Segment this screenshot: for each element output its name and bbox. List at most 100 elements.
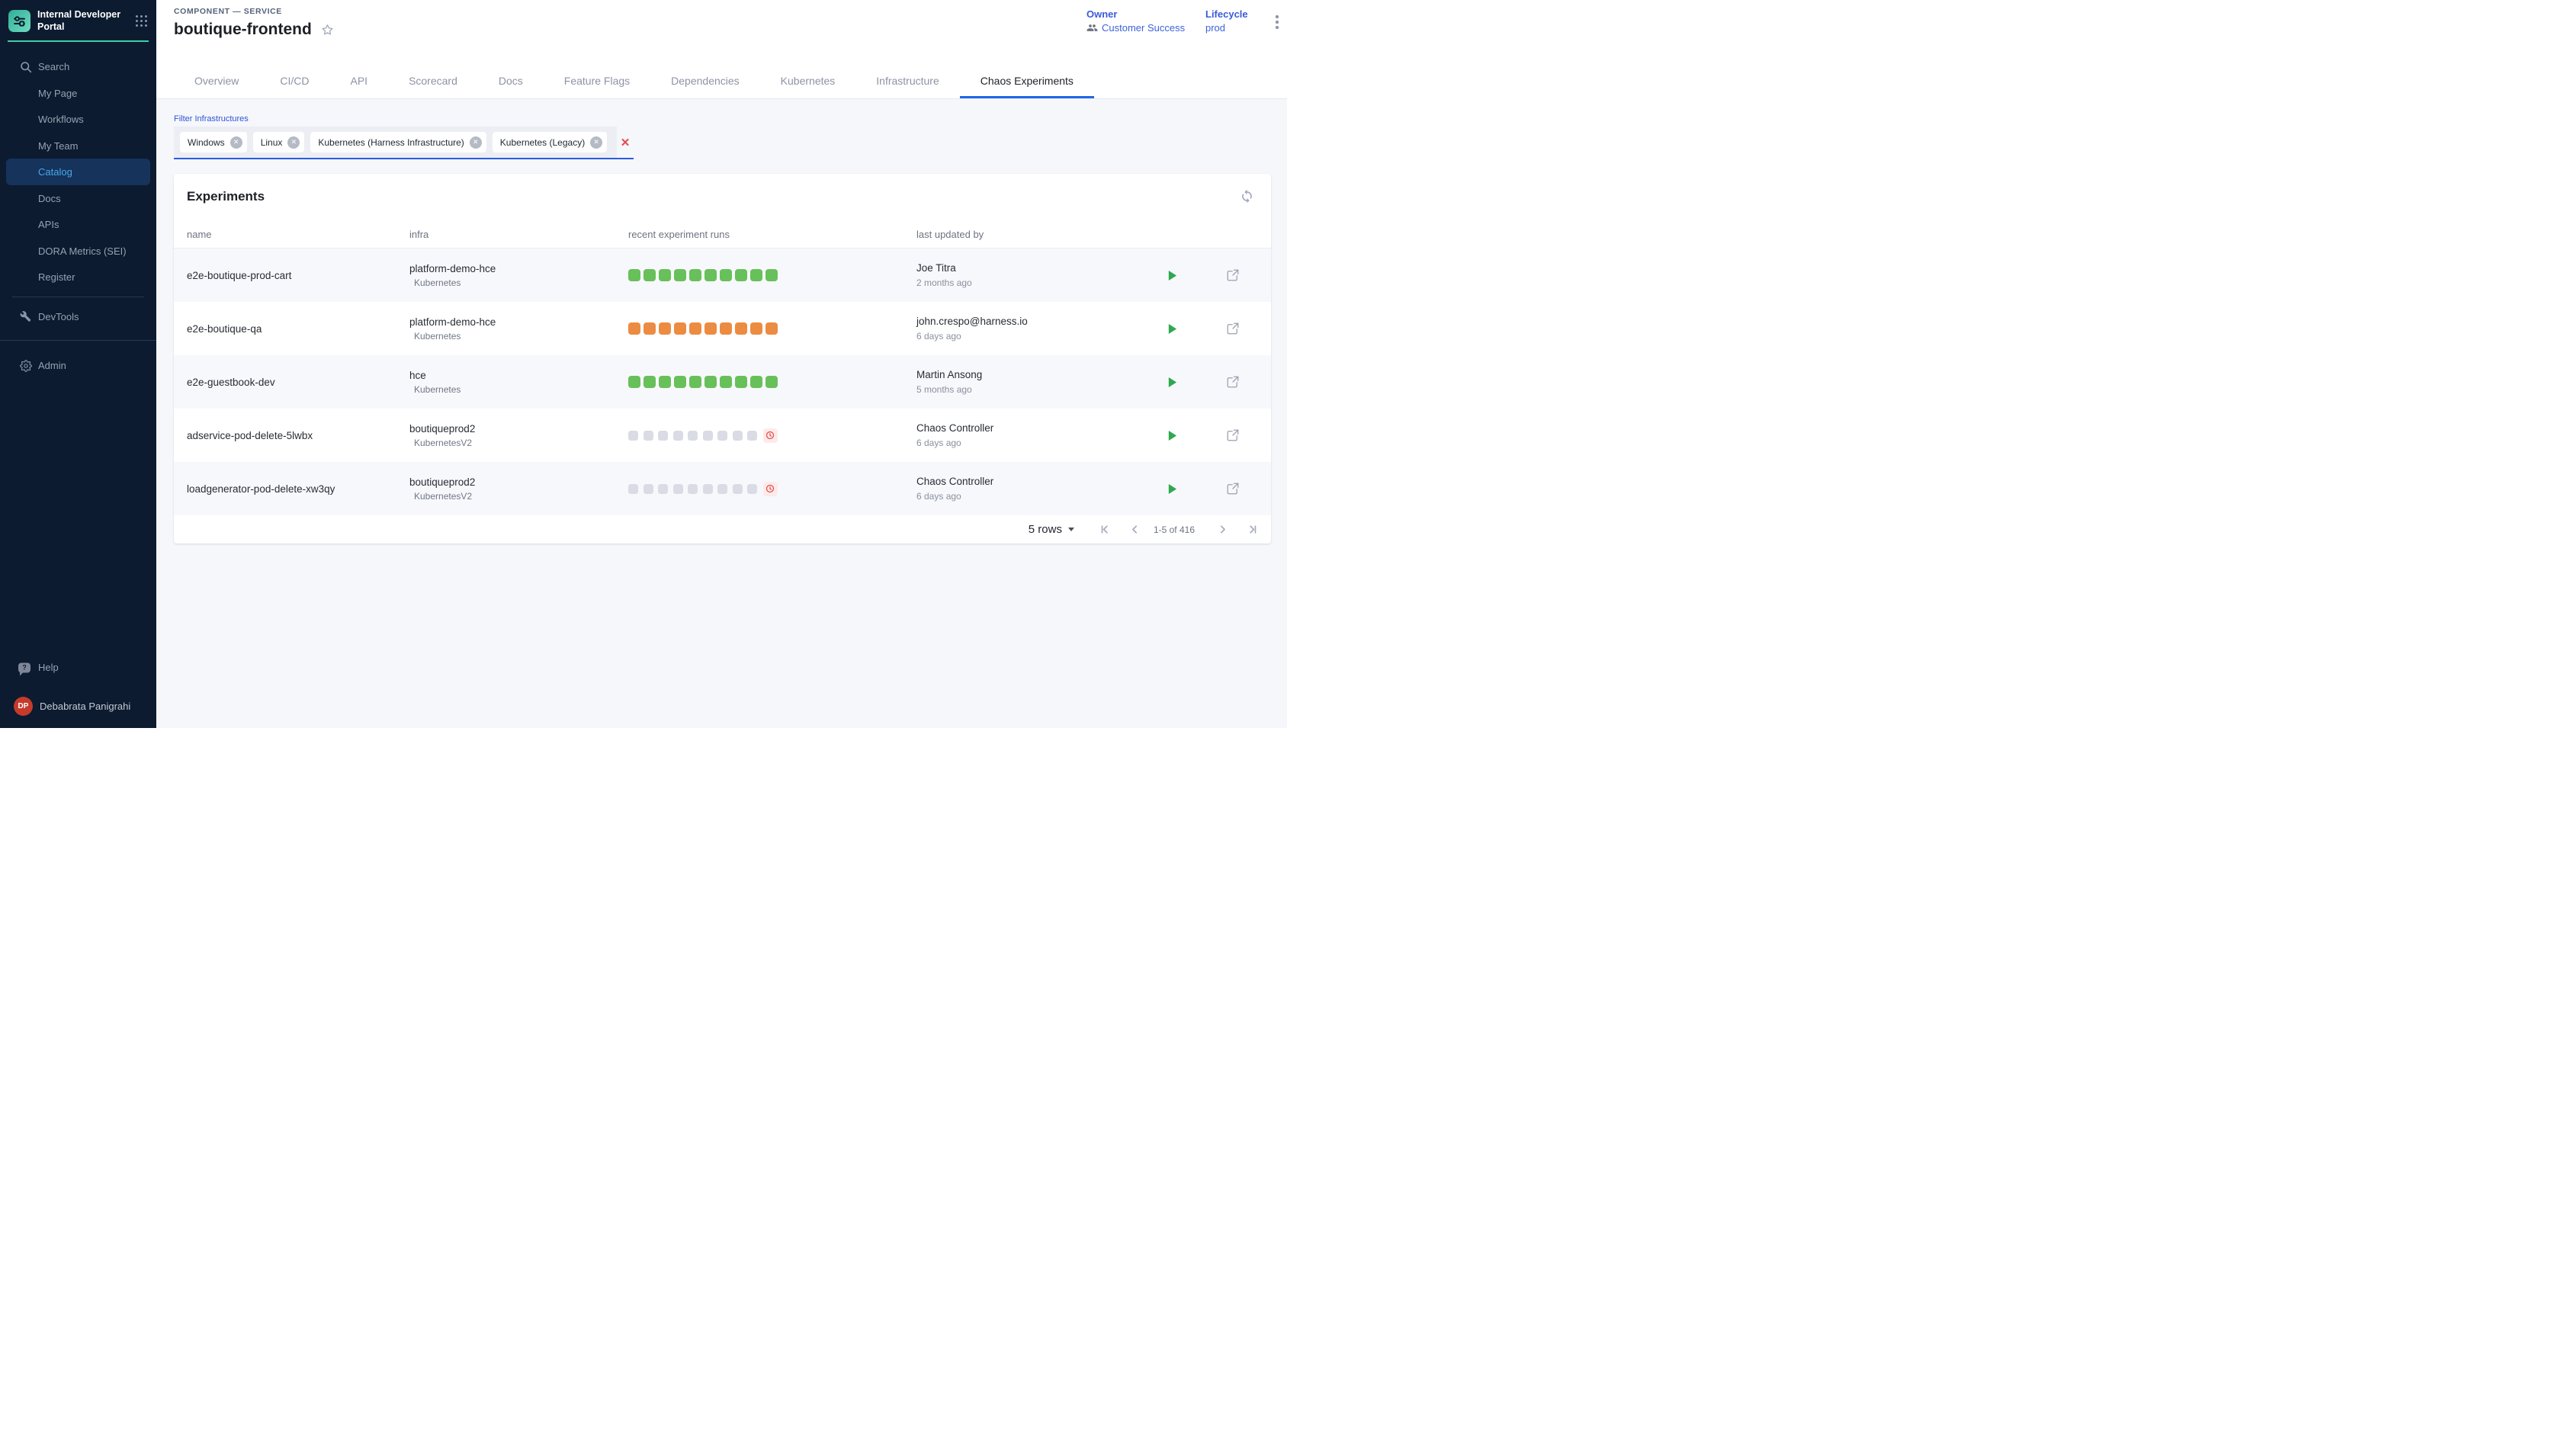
kebab-menu-icon[interactable]: [1273, 12, 1282, 32]
run-square-success[interactable]: [765, 376, 778, 388]
sidebar-item-my-page[interactable]: My Page: [6, 80, 150, 107]
run-square-success[interactable]: [750, 376, 762, 388]
search-icon: [20, 61, 32, 73]
run-square-success[interactable]: [689, 376, 701, 388]
filter-chip-linux[interactable]: Linux ✕: [253, 132, 305, 152]
tab-api[interactable]: API: [329, 65, 388, 98]
run-square-failed[interactable]: [735, 322, 747, 335]
tab-chaos-experiments[interactable]: Chaos Experiments: [960, 65, 1094, 98]
run-square-failed[interactable]: [644, 322, 656, 335]
sidebar-item-workflows[interactable]: Workflows: [6, 106, 150, 133]
run-square-success[interactable]: [644, 269, 656, 281]
sidebar-item-register[interactable]: Register: [6, 264, 150, 290]
run-square-success[interactable]: [659, 376, 671, 388]
filter-chip-kubernetes-harness-infrastructure[interactable]: Kubernetes (Harness Infrastructure)✕: [310, 132, 486, 152]
run-square-failed[interactable]: [765, 322, 778, 335]
open-in-new-icon[interactable]: [1226, 428, 1240, 442]
sidebar-item-devtools[interactable]: DevTools: [6, 303, 150, 330]
close-circle-icon[interactable]: ✕: [590, 136, 602, 149]
sidebar-item-label: APIs: [38, 219, 59, 230]
tab-feature-flags[interactable]: Feature Flags: [544, 65, 650, 98]
tab-overview[interactable]: Overview: [174, 65, 259, 98]
sidebar-item-dora-metrics-sei[interactable]: DORA Metrics (SEI): [6, 238, 150, 265]
admin-section: Admin: [0, 340, 156, 379]
last-page-icon[interactable]: [1243, 520, 1262, 539]
tab-scorecard[interactable]: Scorecard: [388, 65, 478, 98]
clear-x-icon[interactable]: ✕: [617, 127, 634, 158]
owner-link[interactable]: Customer Success: [1086, 22, 1185, 34]
sidebar-item-apis[interactable]: APIs: [6, 211, 150, 238]
run-square-success[interactable]: [704, 376, 717, 388]
run-square-success[interactable]: [720, 376, 732, 388]
rows-per-page-select[interactable]: 5 rows: [1029, 523, 1074, 536]
run-square-pending: [644, 484, 653, 494]
run-square-success[interactable]: [735, 376, 747, 388]
portal-logo-icon: [8, 10, 30, 32]
sidebar-item-docs[interactable]: Docs: [6, 185, 150, 212]
infra-name: platform-demo-hce: [409, 316, 628, 328]
user-menu[interactable]: DP Debabrata Panigrahi: [6, 693, 150, 719]
tab-kubernetes[interactable]: Kubernetes: [760, 65, 856, 98]
recent-run-indicators: [628, 482, 916, 496]
open-in-new-icon[interactable]: [1226, 322, 1240, 335]
next-page-icon[interactable]: [1213, 520, 1232, 539]
run-square-success[interactable]: [628, 376, 640, 388]
last-updated-by: Chaos Controller6 days ago: [916, 422, 1159, 448]
run-experiment-play-icon[interactable]: [1167, 323, 1177, 335]
chip-label: Kubernetes (Legacy): [500, 137, 585, 148]
run-experiment-play-icon[interactable]: [1167, 377, 1177, 388]
tab-ci-cd[interactable]: CI/CD: [259, 65, 329, 98]
app-switcher-icon[interactable]: [136, 15, 148, 27]
open-in-new-icon[interactable]: [1226, 375, 1240, 389]
run-experiment-play-icon[interactable]: [1167, 483, 1177, 495]
run-square-failed[interactable]: [689, 322, 701, 335]
tab-label: Feature Flags: [564, 75, 630, 87]
run-square-failed[interactable]: [704, 322, 717, 335]
run-square-success[interactable]: [704, 269, 717, 281]
tab-dependencies[interactable]: Dependencies: [650, 65, 760, 98]
tab-docs[interactable]: Docs: [478, 65, 544, 98]
chip-label: Linux: [261, 137, 283, 148]
run-square-success[interactable]: [765, 269, 778, 281]
run-square-pending: [703, 431, 713, 441]
run-square-failed[interactable]: [674, 322, 686, 335]
filter-input[interactable]: Windows✕Linux✕Kubernetes (Harness Infras…: [174, 127, 617, 158]
refresh-icon[interactable]: [1240, 189, 1254, 204]
open-in-new-icon[interactable]: [1226, 482, 1240, 495]
table-row-e2e-boutique-prod-cart: e2e-boutique-prod-cartplatform-demo-hceK…: [174, 249, 1271, 302]
run-square-success[interactable]: [659, 269, 671, 281]
row-actions: [1159, 375, 1271, 389]
run-experiment-play-icon[interactable]: [1167, 270, 1177, 281]
run-square-success[interactable]: [750, 269, 762, 281]
close-circle-icon[interactable]: ✕: [287, 136, 300, 149]
experiment-name: e2e-guestbook-dev: [187, 377, 409, 388]
tab-infrastructure[interactable]: Infrastructure: [855, 65, 959, 98]
sidebar-item-admin[interactable]: Admin: [6, 352, 150, 379]
run-square-success[interactable]: [674, 269, 686, 281]
run-square-failed[interactable]: [628, 322, 640, 335]
sidebar-item-help[interactable]: ? Help: [6, 655, 150, 681]
prev-page-icon[interactable]: [1125, 520, 1144, 539]
updated-time: 2 months ago: [916, 277, 1159, 288]
sidebar-item-catalog[interactable]: Catalog: [6, 159, 150, 185]
run-square-failed[interactable]: [720, 322, 732, 335]
open-in-new-icon[interactable]: [1226, 268, 1240, 282]
close-circle-icon[interactable]: ✕: [230, 136, 242, 149]
run-square-success[interactable]: [689, 269, 701, 281]
run-square-failed[interactable]: [659, 322, 671, 335]
run-square-success[interactable]: [720, 269, 732, 281]
filter-chip-windows[interactable]: Windows✕: [180, 132, 247, 152]
star-icon[interactable]: [320, 23, 335, 37]
run-square-success[interactable]: [644, 376, 656, 388]
run-square-success[interactable]: [735, 269, 747, 281]
run-square-success[interactable]: [674, 376, 686, 388]
filter-chip-kubernetes-legacy[interactable]: Kubernetes (Legacy) ✕: [493, 132, 607, 152]
run-experiment-play-icon[interactable]: [1167, 430, 1177, 441]
run-square-failed[interactable]: [750, 322, 762, 335]
run-square-success[interactable]: [628, 269, 640, 281]
sidebar-item-my-team[interactable]: My Team: [6, 133, 150, 159]
experiment-infra: boutiqueprod2KubernetesV2: [409, 423, 628, 448]
first-page-icon[interactable]: [1096, 520, 1115, 539]
close-circle-icon[interactable]: ✕: [470, 136, 482, 149]
sidebar-item-search[interactable]: Search: [6, 53, 150, 80]
